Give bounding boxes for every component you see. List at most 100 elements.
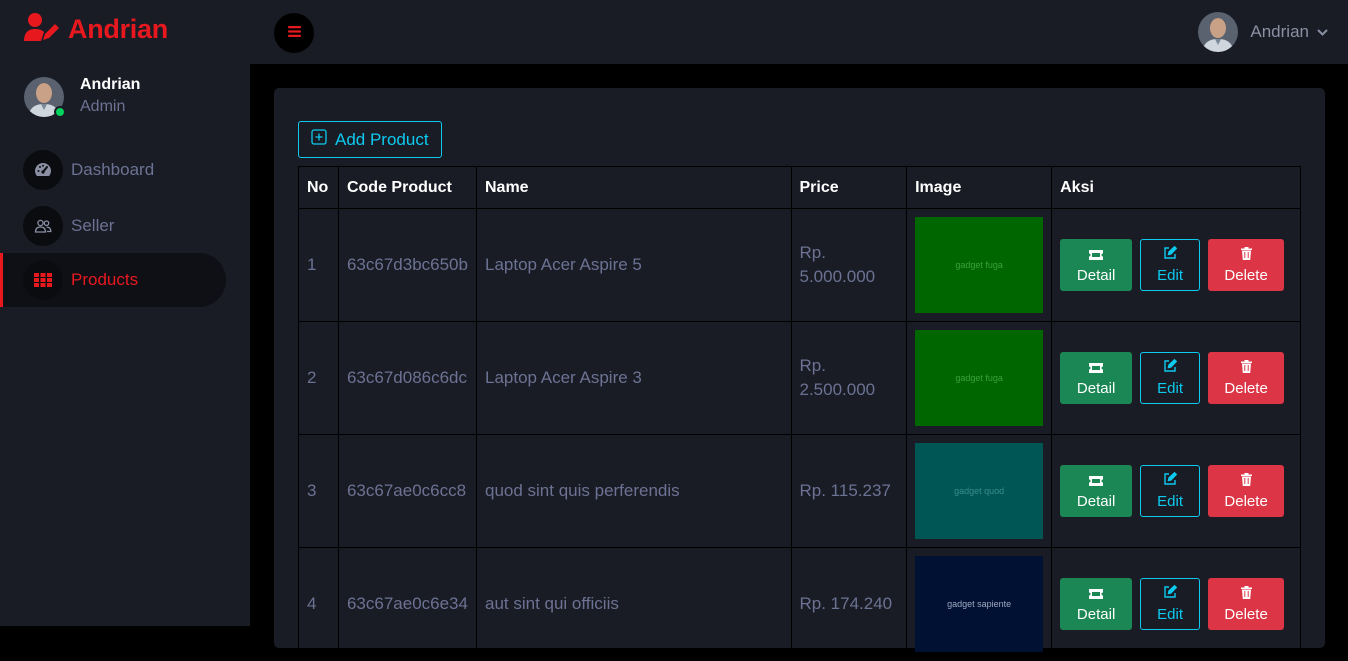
edit-icon bbox=[1163, 584, 1178, 603]
column-header: Code Product bbox=[337, 166, 477, 209]
cell-code: 63c67d086c6dc bbox=[337, 321, 477, 435]
cell-code: 63c67d3bc650b bbox=[337, 208, 477, 322]
trash-icon bbox=[1240, 359, 1252, 377]
product-thumbnail: gadget fuga bbox=[915, 330, 1044, 426]
edit-button[interactable]: Edit bbox=[1140, 465, 1201, 517]
speedometer-icon bbox=[23, 150, 63, 190]
profile-name: Andrian bbox=[80, 76, 141, 93]
cell-image: gadget fuga bbox=[906, 208, 1053, 322]
profile-role: Admin bbox=[80, 98, 126, 115]
sidebar-item-label: Dashboard bbox=[71, 160, 155, 179]
menu-toggle-button[interactable] bbox=[274, 13, 314, 53]
chevron-down-icon bbox=[1317, 23, 1328, 41]
product-thumbnail: gadget sapiente bbox=[915, 556, 1044, 652]
sidebar-nav: Dashboard Seller Products bbox=[0, 143, 250, 307]
edit-icon bbox=[1163, 245, 1178, 264]
cell-code: 63c67ae0c6cc8 bbox=[337, 434, 477, 548]
column-header: Aksi bbox=[1051, 166, 1301, 209]
detail-button[interactable]: Detail bbox=[1060, 239, 1133, 291]
products-table: No Code Product Name Price Image Aksi 16… bbox=[298, 166, 1301, 661]
people-icon bbox=[23, 206, 63, 246]
detail-label: Detail bbox=[1076, 266, 1116, 284]
ticket-icon bbox=[1089, 247, 1104, 264]
edit-label: Edit bbox=[1157, 493, 1184, 510]
sidebar-item-seller[interactable]: Seller bbox=[0, 199, 250, 253]
cell-actions: Detail Edit Delete bbox=[1051, 547, 1301, 661]
ticket-icon bbox=[1089, 473, 1104, 490]
products-card: Add Product No Code Product Name Price I… bbox=[274, 88, 1325, 661]
delete-label: Delete bbox=[1224, 266, 1268, 284]
delete-label: Delete bbox=[1224, 492, 1268, 510]
sidebar-item-label: Products bbox=[71, 270, 139, 289]
grid-icon bbox=[23, 260, 63, 300]
plus-square-icon bbox=[311, 129, 327, 150]
sidebar-profile[interactable]: Andrian Admin bbox=[24, 76, 140, 118]
column-header: Price bbox=[790, 166, 908, 209]
edit-label: Edit bbox=[1157, 267, 1184, 284]
cell-no: 2 bbox=[298, 321, 339, 435]
cell-no: 4 bbox=[298, 547, 339, 661]
cell-name: Laptop Acer Aspire 5 bbox=[475, 208, 792, 322]
detail-label: Detail bbox=[1076, 379, 1116, 397]
edit-label: Edit bbox=[1157, 380, 1184, 397]
product-thumbnail: gadget fuga bbox=[915, 217, 1044, 313]
thumbnail-caption: gadget quod bbox=[954, 486, 1005, 496]
sidebar-item-dashboard[interactable]: Dashboard bbox=[0, 143, 250, 197]
topbar-username: Andrian bbox=[1250, 22, 1309, 41]
user-menu-dropdown[interactable]: Andrian bbox=[1198, 12, 1328, 52]
cell-code: 63c67ae0c6e34 bbox=[337, 547, 477, 661]
thumbnail-caption: gadget fuga bbox=[955, 260, 1003, 270]
topbar: Andrian bbox=[250, 0, 1348, 64]
ticket-icon bbox=[1089, 586, 1104, 603]
product-thumbnail: gadget quod bbox=[915, 443, 1044, 539]
table-row: 4 63c67ae0c6e34 aut sint qui officiis Rp. 1… bbox=[298, 547, 1301, 661]
edit-button[interactable]: Edit bbox=[1140, 239, 1201, 291]
cell-price: Rp. 5.000.000 bbox=[790, 208, 908, 322]
edit-icon bbox=[1163, 358, 1178, 377]
detail-button[interactable]: Detail bbox=[1060, 465, 1133, 517]
cell-actions: Detail Edit Delete bbox=[1051, 208, 1301, 322]
delete-button[interactable]: Delete bbox=[1208, 465, 1285, 517]
edit-button[interactable]: Edit bbox=[1140, 352, 1201, 404]
cell-name: Laptop Acer Aspire 3 bbox=[475, 321, 792, 435]
sidebar: Andrian Andrian Admin Dashboard Seller P… bbox=[0, 0, 250, 626]
detail-label: Detail bbox=[1076, 492, 1116, 510]
delete-label: Delete bbox=[1224, 379, 1268, 397]
add-product-label: Add Product bbox=[335, 129, 429, 149]
table-row: 3 63c67ae0c6cc8 quod sint quis perferendis… bbox=[298, 434, 1301, 548]
cell-no: 1 bbox=[298, 208, 339, 322]
detail-button[interactable]: Detail bbox=[1060, 352, 1133, 404]
column-header: No bbox=[298, 166, 339, 209]
cell-price: Rp. 2.500.000 bbox=[790, 321, 908, 435]
edit-label: Edit bbox=[1157, 606, 1184, 623]
thumbnail-caption: gadget sapiente bbox=[947, 599, 1012, 609]
edit-icon bbox=[1163, 471, 1178, 490]
delete-label: Delete bbox=[1224, 605, 1268, 623]
add-product-button[interactable]: Add Product bbox=[298, 121, 442, 158]
trash-icon bbox=[1240, 472, 1252, 490]
delete-button[interactable]: Delete bbox=[1208, 578, 1285, 630]
ticket-icon bbox=[1089, 360, 1104, 377]
delete-button[interactable]: Delete bbox=[1208, 239, 1285, 291]
avatar bbox=[24, 77, 66, 118]
cell-price: Rp. 115.237 bbox=[790, 434, 908, 548]
table-header-row: No Code Product Name Price Image Aksi bbox=[298, 166, 1301, 209]
thumbnail-caption: gadget fuga bbox=[955, 373, 1003, 383]
cell-actions: Detail Edit Delete bbox=[1051, 321, 1301, 435]
sidebar-item-products[interactable]: Products bbox=[0, 253, 226, 307]
cell-no: 3 bbox=[298, 434, 339, 548]
hamburger-icon bbox=[287, 24, 301, 42]
trash-icon bbox=[1240, 246, 1252, 264]
column-header: Image bbox=[906, 166, 1053, 209]
cell-price: Rp. 174.240 bbox=[790, 547, 908, 661]
online-status-dot bbox=[54, 106, 66, 118]
cell-image: gadget fuga bbox=[906, 321, 1053, 435]
table-row: 1 63c67d3bc650b Laptop Acer Aspire 5 Rp. 5.… bbox=[298, 208, 1301, 322]
brand-logo[interactable]: Andrian bbox=[24, 12, 168, 46]
cell-image: gadget quod bbox=[906, 434, 1053, 548]
cell-image: gadget sapiente bbox=[906, 547, 1053, 661]
detail-button[interactable]: Detail bbox=[1060, 578, 1133, 630]
edit-button[interactable]: Edit bbox=[1140, 578, 1201, 630]
detail-label: Detail bbox=[1076, 605, 1116, 623]
delete-button[interactable]: Delete bbox=[1208, 352, 1285, 404]
